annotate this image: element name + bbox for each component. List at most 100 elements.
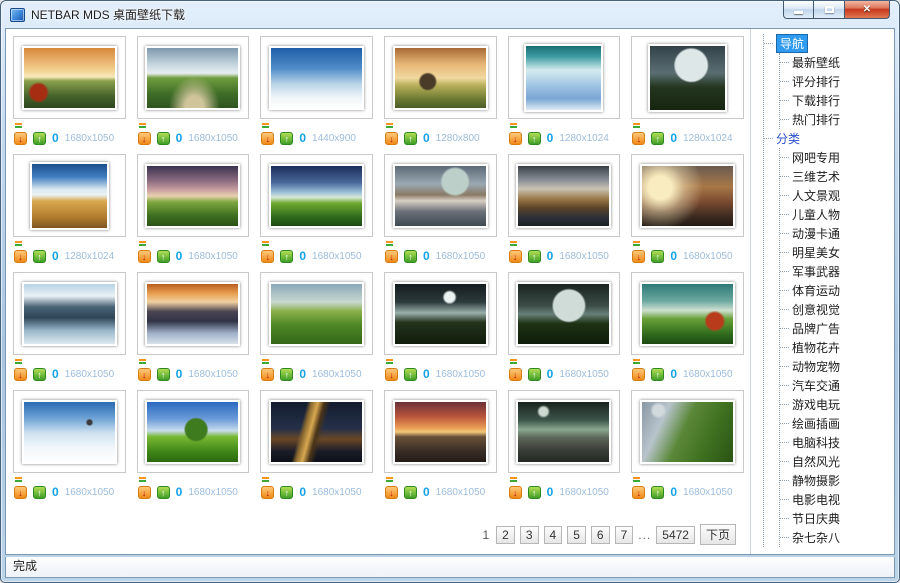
upload-icon[interactable]: ↑	[528, 486, 541, 499]
upload-icon[interactable]: ↑	[33, 250, 46, 263]
tree-item[interactable]: 电影电视	[780, 490, 892, 509]
page-button[interactable]: 5	[567, 526, 586, 544]
wallpaper-thumbnail[interactable]	[13, 390, 126, 473]
download-icon[interactable]: ↓	[509, 132, 522, 145]
next-page-button[interactable]: 下页	[700, 524, 736, 545]
close-button[interactable]: ✕	[845, 1, 890, 19]
wallpaper-thumbnail[interactable]	[137, 36, 250, 119]
tree-item[interactable]: 游戏电玩	[780, 395, 892, 414]
upload-icon[interactable]: ↑	[280, 132, 293, 145]
tree-item[interactable]: 自然风光	[780, 452, 892, 471]
wallpaper-thumbnail[interactable]	[137, 154, 250, 237]
tree-item[interactable]: 动漫卡通	[780, 224, 892, 243]
tree-item[interactable]: 动物宠物	[780, 357, 892, 376]
download-icon[interactable]: ↓	[138, 368, 151, 381]
wallpaper-thumbnail[interactable]	[137, 390, 250, 473]
upload-icon[interactable]: ↑	[528, 368, 541, 381]
upload-icon[interactable]: ↑	[33, 486, 46, 499]
upload-icon[interactable]: ↑	[651, 250, 664, 263]
page-button[interactable]: 2	[496, 526, 515, 544]
page-button[interactable]: 4	[544, 526, 563, 544]
download-icon[interactable]: ↓	[261, 250, 274, 263]
tree-item[interactable]: 杂七杂八	[780, 528, 892, 547]
wallpaper-thumbnail[interactable]	[260, 154, 373, 237]
download-icon[interactable]: ↓	[14, 250, 27, 263]
tree-item[interactable]: 静物摄影	[780, 471, 892, 490]
upload-icon[interactable]: ↑	[651, 486, 664, 499]
wallpaper-thumbnail[interactable]	[631, 36, 744, 119]
tree-item[interactable]: 最新壁纸	[780, 53, 892, 72]
upload-icon[interactable]: ↑	[651, 132, 664, 145]
tree-item[interactable]: 儿童人物	[780, 205, 892, 224]
download-icon[interactable]: ↓	[385, 486, 398, 499]
tree-item[interactable]: 电脑科技	[780, 433, 892, 452]
wallpaper-thumbnail[interactable]	[508, 36, 621, 119]
wallpaper-thumbnail[interactable]	[631, 390, 744, 473]
upload-icon[interactable]: ↑	[651, 368, 664, 381]
download-icon[interactable]: ↓	[509, 486, 522, 499]
wallpaper-thumbnail[interactable]	[260, 36, 373, 119]
download-icon[interactable]: ↓	[261, 368, 274, 381]
page-button[interactable]: 6	[591, 526, 610, 544]
upload-icon[interactable]: ↑	[33, 132, 46, 145]
upload-icon[interactable]: ↑	[528, 132, 541, 145]
tree-section-label[interactable]: 分类	[776, 130, 800, 147]
tree-item[interactable]: 热门排行	[780, 110, 892, 129]
download-icon[interactable]: ↓	[261, 486, 274, 499]
tree-item[interactable]: 三维艺术	[780, 167, 892, 186]
tree-item[interactable]: 下载排行	[780, 91, 892, 110]
page-button[interactable]: 7	[615, 526, 634, 544]
page-last-button[interactable]: 5472	[656, 526, 695, 544]
upload-icon[interactable]: ↑	[404, 368, 417, 381]
download-icon[interactable]: ↓	[632, 132, 645, 145]
tree-item[interactable]: 品牌广告	[780, 319, 892, 338]
upload-icon[interactable]: ↑	[33, 368, 46, 381]
download-icon[interactable]: ↓	[632, 486, 645, 499]
wallpaper-thumbnail[interactable]	[508, 390, 621, 473]
download-icon[interactable]: ↓	[385, 132, 398, 145]
wallpaper-thumbnail[interactable]	[13, 272, 126, 355]
wallpaper-thumbnail[interactable]	[13, 36, 126, 119]
tree-item[interactable]: 人文景观	[780, 186, 892, 205]
maximize-button[interactable]	[814, 1, 845, 19]
upload-icon[interactable]: ↑	[157, 486, 170, 499]
download-icon[interactable]: ↓	[138, 250, 151, 263]
wallpaper-thumbnail[interactable]	[13, 154, 126, 237]
wallpaper-thumbnail[interactable]	[260, 272, 373, 355]
page-button[interactable]: 3	[520, 526, 539, 544]
tree-item[interactable]: 植物花卉	[780, 338, 892, 357]
tree-item[interactable]: 汽车交通	[780, 376, 892, 395]
minimize-button[interactable]	[783, 1, 814, 19]
tree-item[interactable]: 军事武器	[780, 262, 892, 281]
upload-icon[interactable]: ↑	[404, 486, 417, 499]
upload-icon[interactable]: ↑	[280, 486, 293, 499]
download-icon[interactable]: ↓	[509, 368, 522, 381]
wallpaper-thumbnail[interactable]	[384, 272, 497, 355]
wallpaper-thumbnail[interactable]	[631, 272, 744, 355]
upload-icon[interactable]: ↑	[404, 250, 417, 263]
wallpaper-thumbnail[interactable]	[137, 272, 250, 355]
wallpaper-thumbnail[interactable]	[384, 390, 497, 473]
download-icon[interactable]: ↓	[632, 250, 645, 263]
wallpaper-thumbnail[interactable]	[384, 36, 497, 119]
download-icon[interactable]: ↓	[138, 132, 151, 145]
upload-icon[interactable]: ↑	[157, 250, 170, 263]
upload-icon[interactable]: ↑	[280, 368, 293, 381]
tree-item[interactable]: 网吧专用	[780, 148, 892, 167]
download-icon[interactable]: ↓	[261, 132, 274, 145]
download-icon[interactable]: ↓	[14, 368, 27, 381]
upload-icon[interactable]: ↑	[157, 368, 170, 381]
download-icon[interactable]: ↓	[14, 486, 27, 499]
tree-item[interactable]: 评分排行	[780, 72, 892, 91]
wallpaper-thumbnail[interactable]	[631, 154, 744, 237]
tree-item[interactable]: 体育运动	[780, 281, 892, 300]
wallpaper-thumbnail[interactable]	[508, 154, 621, 237]
tree-item[interactable]: 明星美女	[780, 243, 892, 262]
upload-icon[interactable]: ↑	[280, 250, 293, 263]
wallpaper-thumbnail[interactable]	[260, 390, 373, 473]
download-icon[interactable]: ↓	[632, 368, 645, 381]
tree-section-label[interactable]: 导航	[776, 34, 808, 53]
download-icon[interactable]: ↓	[385, 250, 398, 263]
tree-item[interactable]: 绘画插画	[780, 414, 892, 433]
upload-icon[interactable]: ↑	[157, 132, 170, 145]
